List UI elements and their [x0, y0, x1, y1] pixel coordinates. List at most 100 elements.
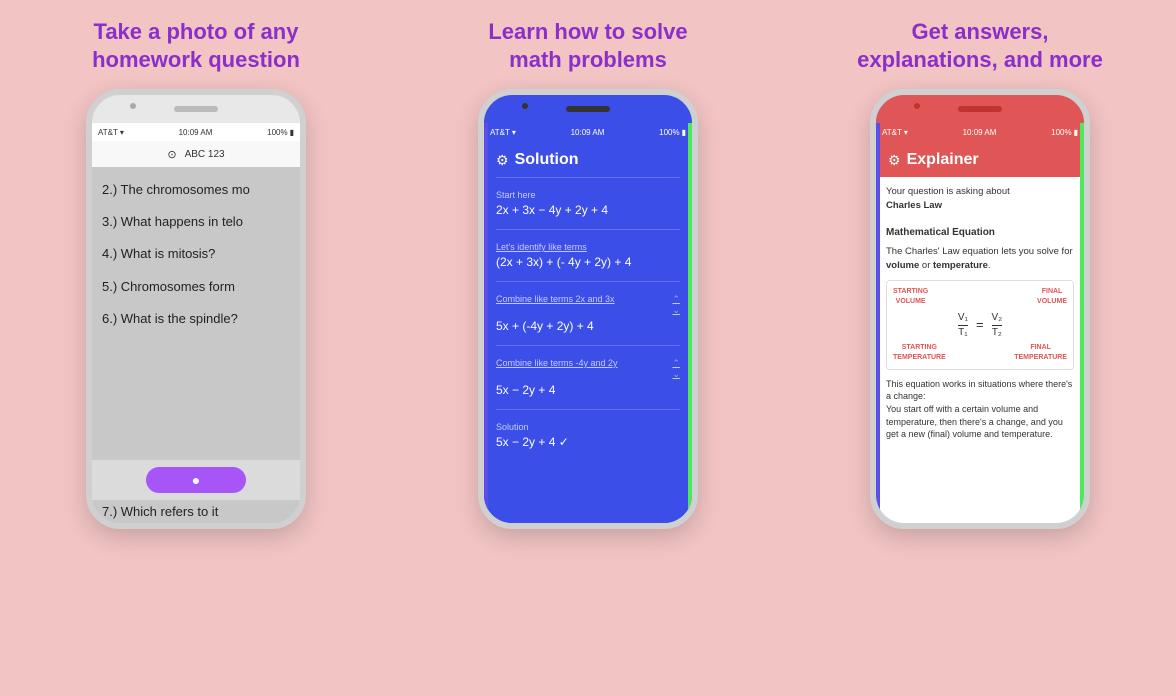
diagram-top-row: STARTINGVOLUME FINALVOLUME — [893, 287, 1067, 307]
label-starting-volume: STARTINGVOLUME — [893, 287, 928, 307]
battery-icon3: ▮ — [1074, 128, 1078, 137]
step4: Combine like terms -4y and 2y ⌃⌄ 5x − 2y… — [496, 358, 680, 397]
list-item: 2.) The chromosomes mo — [102, 175, 290, 205]
phone1-topbar — [92, 95, 300, 123]
divider — [496, 345, 680, 346]
section-body: The Charles' Law equation lets you solve… — [886, 245, 1074, 273]
time2: 10:09 AM — [571, 128, 605, 137]
fraction-line2 — [992, 325, 1003, 326]
equation-fractions: V₁ T₁ = V₂ T₂ — [893, 312, 1067, 339]
explainer-icon: ⚙ — [888, 152, 901, 169]
step3: Combine like terms 2x and 3x ⌃⌄ 5x + (-4… — [496, 294, 680, 333]
step2-expr: (2x + 3x) + (- 4y + 2y) + 4 — [496, 255, 680, 269]
divider — [496, 229, 680, 230]
panel-photo: Take a photo of anyhomework question AT&… — [0, 0, 392, 696]
right-accent3 — [1080, 95, 1084, 523]
wifi1: ▾ — [120, 128, 124, 137]
explainer-title: Explainer — [907, 151, 979, 169]
step-solution-label: Solution — [496, 422, 680, 432]
question-list: 2.) The chromosomes mo 3.) What happens … — [92, 167, 300, 342]
bottom-question: 7.) Which refers to it — [92, 500, 300, 523]
phone3-screen: AT&T ▾ 10:09 AM 100% ▮ ⚙ Explainer Yo — [876, 123, 1084, 523]
status-right3: 100% ▮ — [1051, 128, 1078, 137]
phone2-statusbar: AT&T ▾ 10:09 AM 100% ▮ — [484, 123, 692, 141]
phone3-statusbar: AT&T ▾ 10:09 AM 100% ▮ — [876, 123, 1084, 141]
step4-label-text: Combine like terms -4y and 2y — [496, 358, 618, 380]
camera-toolbar: ⊙ ABC 123 — [92, 141, 300, 167]
step4-label: Combine like terms -4y and 2y ⌃⌄ — [496, 358, 680, 380]
phone1: AT&T ▾ 10:09 AM 100% ▮ ⊙ ABC 123 — [86, 89, 306, 529]
list-item: 5.) Chromosomes form — [102, 272, 290, 302]
step3-expr: 5x + (-4y + 2y) + 4 — [496, 319, 680, 333]
solution-header: ⚙ Solution — [484, 141, 692, 177]
carrier2: AT&T — [490, 128, 510, 137]
list-item: 3.) What happens in telo — [102, 207, 290, 237]
toolbar-text: ABC 123 — [185, 149, 225, 160]
capture-icon: ● — [192, 472, 200, 488]
phone1-statusbar: AT&T ▾ 10:09 AM 100% ▮ — [92, 123, 300, 141]
battery-icon2: ▮ — [682, 128, 686, 137]
phone3: AT&T ▾ 10:09 AM 100% ▮ ⚙ Explainer Yo — [870, 89, 1090, 529]
left-accent — [484, 95, 488, 523]
step4-expr: 5x − 2y + 4 — [496, 383, 680, 397]
v1-label: V₁ — [958, 312, 968, 324]
status-left2: AT&T ▾ — [490, 128, 516, 137]
phone1-inner: AT&T ▾ 10:09 AM 100% ▮ ⊙ ABC 123 — [92, 95, 300, 523]
carrier3: AT&T — [882, 128, 902, 137]
fraction-line1 — [958, 325, 968, 326]
step1: Start here 2x + 3x − 4y + 2y + 4 — [496, 190, 680, 217]
battery2: 100% — [659, 128, 679, 137]
intro-text: Your question is asking aboutCharles Law — [886, 185, 1074, 213]
bold-volume: volume — [886, 260, 919, 271]
solution-title: Solution — [515, 151, 579, 169]
panel-explainer: Get answers,explanations, and more AT&T … — [784, 0, 1176, 696]
phone2-topbar — [484, 95, 692, 123]
list-item: 6.) What is the spindle? — [102, 304, 290, 334]
phone2-inner: AT&T ▾ 10:09 AM 100% ▮ ⚙ Solution — [484, 95, 692, 523]
list-item: 4.) What is mitosis? — [102, 239, 290, 269]
battery3: 100% — [1051, 128, 1071, 137]
step4-expand: ⌃⌄ — [672, 358, 680, 380]
phone2-camera — [522, 103, 528, 109]
label-starting-temp: STARTINGTEMPERATURE — [893, 343, 946, 363]
time1: 10:09 AM — [179, 128, 213, 137]
step2: Let's identify like terms (2x + 3x) + (-… — [496, 242, 680, 269]
wifi2: ▾ — [512, 128, 516, 137]
divider — [496, 177, 680, 178]
panel-solution: Learn how to solvemath problems AT&T ▾ 1… — [392, 0, 784, 696]
step3-label-text: Combine like terms 2x and 3x — [496, 294, 615, 316]
v2-label: V₂ — [992, 312, 1003, 324]
phone3-topbar — [876, 95, 1084, 123]
section-title: Mathematical Equation — [886, 226, 1074, 241]
phone3-inner: AT&T ▾ 10:09 AM 100% ▮ ⚙ Explainer Yo — [876, 95, 1084, 523]
battery1: 100% — [267, 128, 287, 137]
divider — [496, 409, 680, 410]
phone1-speaker — [174, 106, 218, 112]
camera-content: 2.) The chromosomes mo 3.) What happens … — [92, 167, 300, 460]
wifi3: ▾ — [904, 128, 908, 137]
status-right2: 100% ▮ — [659, 128, 686, 137]
left-accent3 — [876, 95, 880, 523]
t2-label: T₂ — [992, 327, 1002, 339]
camera-bottom-bar: ● — [92, 460, 300, 500]
phone3-camera — [914, 103, 920, 109]
right-accent — [688, 95, 692, 523]
solution-steps: Start here 2x + 3x − 4y + 2y + 4 Let's i… — [484, 177, 692, 523]
equals-sign: = — [976, 316, 984, 335]
t1-label: T₁ — [958, 327, 967, 339]
time3: 10:09 AM — [963, 128, 997, 137]
step1-expr: 2x + 3x − 4y + 2y + 4 — [496, 203, 680, 217]
step-solution-expr: 5x − 2y + 4 ✓ — [496, 435, 680, 449]
step2-label: Let's identify like terms — [496, 242, 680, 252]
step3-label: Combine like terms 2x and 3x ⌃⌄ — [496, 294, 680, 316]
status-right1: 100% ▮ — [267, 128, 294, 137]
phone1-camera — [130, 103, 136, 109]
phone2: AT&T ▾ 10:09 AM 100% ▮ ⚙ Solution — [478, 89, 698, 529]
status-left1: AT&T ▾ — [98, 128, 124, 137]
equation-diagram: STARTINGVOLUME FINALVOLUME V₁ T₁ = V — [886, 280, 1074, 370]
capture-button[interactable]: ● — [146, 467, 246, 493]
fraction-v1t1: V₁ T₁ — [958, 312, 968, 339]
phone2-speaker — [566, 106, 610, 112]
topic-name: Charles Law — [886, 200, 942, 211]
step-solution: Solution 5x − 2y + 4 ✓ — [496, 422, 680, 449]
